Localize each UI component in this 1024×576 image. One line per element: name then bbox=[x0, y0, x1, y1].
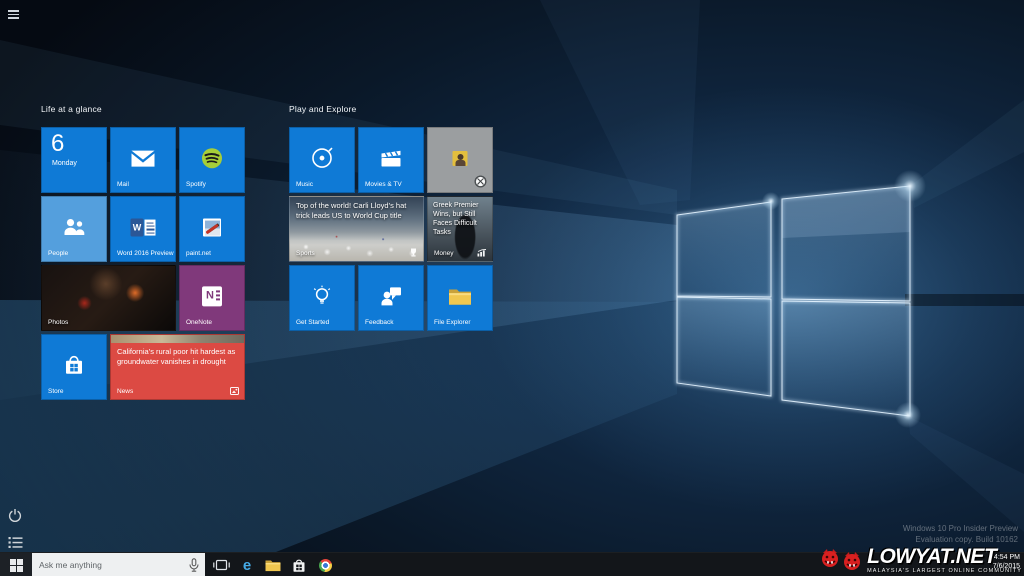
news-media-icon bbox=[230, 387, 239, 395]
tile-file-explorer[interactable]: File Explorer bbox=[427, 265, 493, 331]
news-headline: California’s rural poor hit hardest as g… bbox=[117, 347, 239, 367]
group-label-play: Play and Explore bbox=[289, 104, 356, 114]
folder-icon bbox=[448, 287, 472, 306]
tile-label: Feedback bbox=[365, 319, 394, 326]
feedback-icon bbox=[380, 286, 402, 306]
taskbar-edge-button[interactable]: e bbox=[234, 553, 260, 576]
tile-label: Movies & TV bbox=[365, 181, 402, 188]
tile-calendar[interactable]: 6 Monday bbox=[41, 127, 107, 193]
edge-icon: e bbox=[243, 558, 251, 573]
store-icon bbox=[63, 354, 85, 376]
start-button[interactable] bbox=[0, 553, 32, 576]
watermark-line2: Evaluation copy. Build 10162 bbox=[903, 535, 1018, 546]
tile-music[interactable]: Music bbox=[289, 127, 355, 193]
tile-label: Photos bbox=[48, 319, 68, 326]
tile-photos[interactable]: Photos bbox=[41, 265, 176, 331]
tile-label: OneNote bbox=[186, 319, 212, 326]
tile-store[interactable]: Store bbox=[41, 334, 107, 400]
tile-get-started[interactable]: Get Started bbox=[289, 265, 355, 331]
windows-logo-icon bbox=[10, 559, 23, 572]
taskbar-chrome-button[interactable] bbox=[312, 553, 338, 576]
group-label-life: Life at a glance bbox=[41, 104, 102, 114]
tile-word[interactable]: W Word 2016 Preview bbox=[110, 196, 176, 262]
money-headline: Greek Premier Wins, but Still Faces Diff… bbox=[433, 201, 489, 237]
calendar-weekday: Monday bbox=[52, 160, 77, 167]
xbox-logo-icon bbox=[474, 175, 487, 188]
cortana-search-box[interactable] bbox=[32, 553, 205, 576]
people-icon bbox=[63, 218, 86, 237]
tile-feedback[interactable]: Feedback bbox=[358, 265, 424, 331]
news-photo-strip bbox=[111, 335, 244, 343]
tile-label: Money bbox=[434, 250, 454, 257]
task-view-button[interactable] bbox=[208, 553, 234, 576]
chart-icon bbox=[477, 249, 487, 257]
search-input[interactable] bbox=[32, 559, 188, 571]
tile-mail[interactable]: Mail bbox=[110, 127, 176, 193]
microphone-icon[interactable] bbox=[188, 558, 200, 572]
word-icon: W bbox=[131, 219, 156, 237]
store-icon bbox=[292, 558, 306, 573]
tile-label: Word 2016 Preview bbox=[117, 250, 174, 257]
tile-label: Spotify bbox=[186, 181, 206, 188]
watermark-line1: Windows 10 Pro Insider Preview bbox=[903, 524, 1018, 535]
onenote-icon: N bbox=[202, 286, 222, 306]
lowyat-devils-icon bbox=[820, 548, 864, 574]
spotify-icon bbox=[201, 147, 223, 169]
task-view-icon bbox=[213, 559, 230, 571]
all-apps-icon bbox=[8, 536, 23, 549]
movies-tv-icon bbox=[381, 150, 402, 167]
tile-money[interactable]: Greek Premier Wins, but Still Faces Diff… bbox=[427, 196, 493, 262]
taskbar-store-button[interactable] bbox=[286, 553, 312, 576]
evaluation-watermark: Windows 10 Pro Insider Preview Evaluatio… bbox=[903, 524, 1018, 546]
tile-news[interactable]: California’s rural poor hit hardest as g… bbox=[110, 334, 245, 400]
lightbulb-icon bbox=[311, 285, 333, 307]
music-icon bbox=[310, 146, 334, 170]
trophy-icon bbox=[409, 248, 418, 257]
tile-onenote[interactable]: N OneNote bbox=[179, 265, 245, 331]
xbox-avatar bbox=[453, 151, 468, 166]
tile-movies-tv[interactable]: Movies & TV bbox=[358, 127, 424, 193]
power-icon bbox=[8, 508, 22, 523]
folder-icon bbox=[265, 559, 281, 572]
tile-xbox[interactable] bbox=[427, 127, 493, 193]
calendar-day: 6 bbox=[51, 130, 64, 158]
tile-sports[interactable]: Top of the world! Carli Lloyd’s hat tric… bbox=[289, 196, 424, 262]
paintnet-icon bbox=[203, 219, 221, 237]
brand-tagline: MALAYSIA'S LARGEST ONLINE COMMUNITY bbox=[867, 568, 1022, 574]
tile-label: Mail bbox=[117, 181, 129, 188]
tile-label: People bbox=[48, 250, 68, 257]
lowyat-brand-overlay: LOWYAT.NET MALAYSIA'S LARGEST ONLINE COM… bbox=[820, 547, 1022, 574]
tile-label: News bbox=[117, 388, 133, 395]
tile-people[interactable]: People bbox=[41, 196, 107, 262]
tile-label: Sports bbox=[296, 250, 315, 257]
tile-label: Music bbox=[296, 181, 313, 188]
windows10-start-screen: Life at a glance Play and Explore 6 Mond… bbox=[0, 0, 1024, 576]
start-menu-hamburger-icon[interactable] bbox=[8, 10, 20, 19]
tile-label: Get Started bbox=[296, 319, 329, 326]
tile-label: Store bbox=[48, 388, 64, 395]
chrome-icon bbox=[319, 559, 332, 572]
sports-headline: Top of the world! Carli Lloyd’s hat tric… bbox=[296, 201, 418, 221]
mail-icon bbox=[131, 150, 155, 167]
tile-label: File Explorer bbox=[434, 319, 470, 326]
tile-paintnet[interactable]: paint.net bbox=[179, 196, 245, 262]
taskbar-file-explorer-button[interactable] bbox=[260, 553, 286, 576]
tile-spotify[interactable]: Spotify bbox=[179, 127, 245, 193]
brand-name: LOWYAT.NET bbox=[867, 547, 996, 567]
tile-label: paint.net bbox=[186, 250, 211, 257]
power-button[interactable] bbox=[8, 508, 22, 528]
